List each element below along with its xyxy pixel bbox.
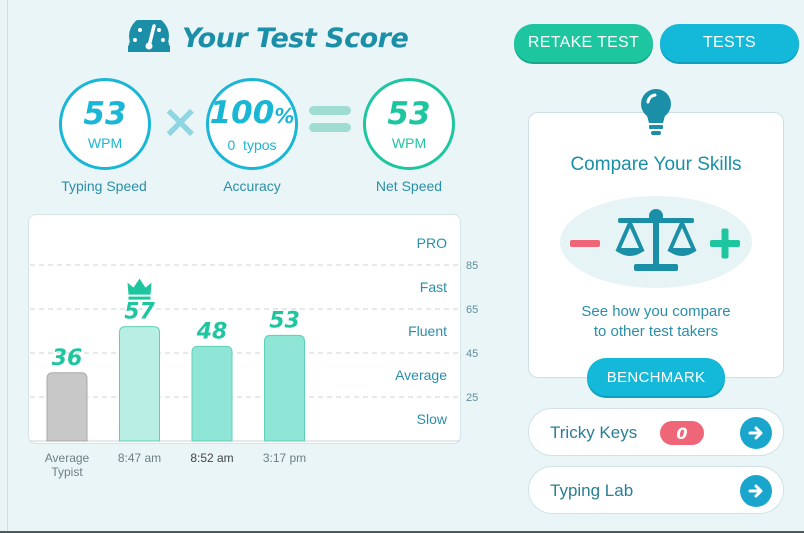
benchmark-button[interactable]: BENCHMARK: [587, 358, 725, 396]
compare-title: Compare Your Skills: [570, 154, 742, 175]
compare-desc-line1: See how you compare: [581, 303, 731, 320]
balance-scale-icon: [615, 209, 697, 271]
bar-value-label: 53: [269, 308, 300, 333]
tricky-keys-link[interactable]: Tricky Keys 0: [528, 408, 784, 456]
level-label: Slow: [417, 411, 448, 427]
y-tick-label: 45: [466, 348, 478, 360]
arrow-right-icon[interactable]: [740, 417, 772, 449]
y-tick-label: 85: [466, 260, 478, 272]
lightbulb-icon: [636, 88, 676, 143]
bar-value-label: 57: [124, 300, 155, 325]
level-label: Fast: [420, 279, 447, 295]
compare-desc-line2: to other test takers: [593, 323, 719, 340]
plus-icon: [710, 228, 740, 259]
bar-value-label: 36: [52, 346, 83, 371]
x-tick-label: 3:17 pm: [263, 451, 306, 465]
level-label: Average: [395, 367, 447, 383]
x-tick-label: 8:52 am: [190, 451, 233, 465]
y-tick-label: 65: [466, 304, 478, 316]
chart-bar: [119, 326, 160, 442]
y-tick-label: 25: [466, 392, 478, 404]
typing-lab-label: Typing Lab: [550, 481, 634, 500]
x-tick-label: 8:47 am: [118, 451, 161, 465]
crown-base-icon: [128, 296, 151, 300]
x-tick-label: Typist: [51, 465, 83, 479]
chart-bar: [264, 334, 305, 442]
crown-icon: [127, 278, 152, 295]
level-label: PRO: [417, 235, 447, 251]
chart-bar: [191, 345, 233, 442]
tricky-keys-count-badge: 0: [660, 421, 704, 445]
x-tick-label: Average: [45, 451, 90, 465]
chart-bar: [46, 372, 88, 442]
balance-scale-graphic: [560, 196, 752, 288]
bar-value-label: 48: [196, 319, 228, 344]
arrow-right-icon[interactable]: [740, 475, 772, 507]
tricky-keys-label: Tricky Keys: [550, 423, 638, 442]
compare-description: See how you compare to other test takers: [528, 302, 784, 342]
level-label: Fluent: [408, 323, 447, 339]
minus-icon: [570, 240, 600, 247]
typing-lab-link[interactable]: Typing Lab: [528, 466, 784, 514]
